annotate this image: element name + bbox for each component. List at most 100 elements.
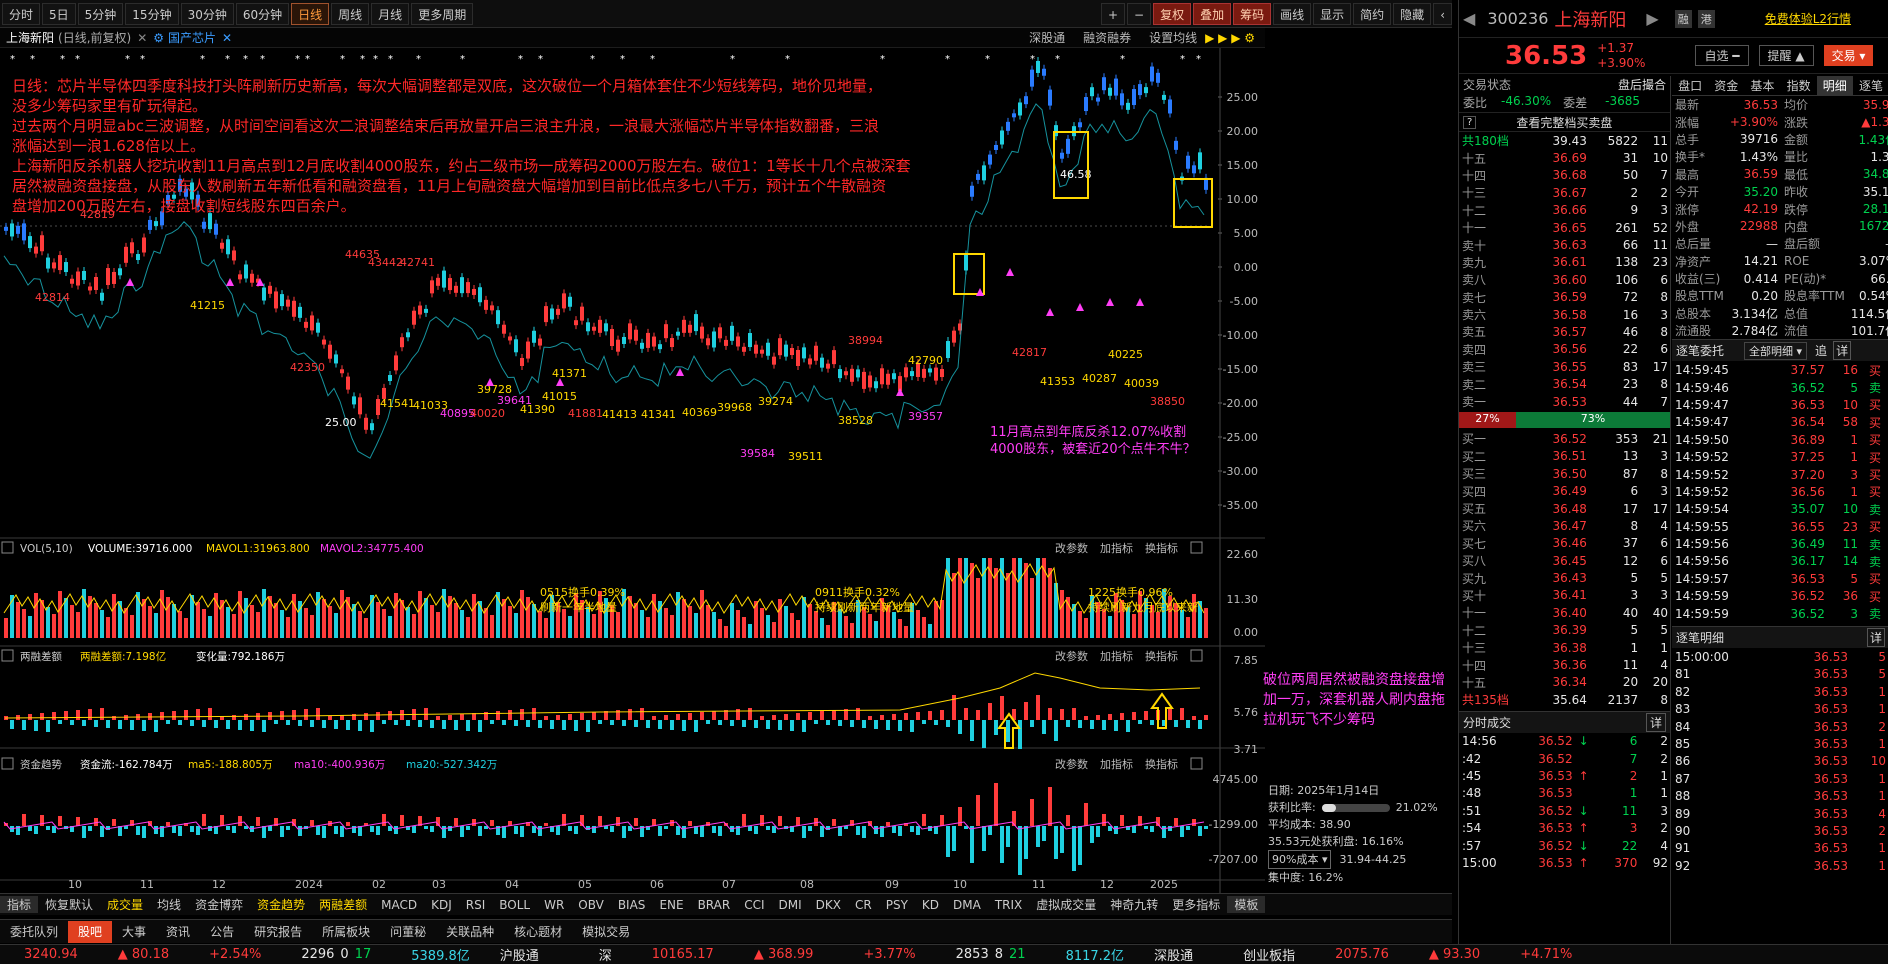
info-tab-4[interactable]: 公告 [200, 923, 244, 940]
indicator-21[interactable]: KD [915, 898, 946, 912]
indicator-4[interactable]: 资金博弈 [188, 896, 250, 913]
add-button[interactable]: + [1100, 2, 1126, 25]
quote-tab-4[interactable]: 明细 [1816, 76, 1853, 95]
panel-button[interactable]: 换指标 [1145, 541, 1178, 555]
indicator-20[interactable]: PSY [879, 898, 915, 912]
panel-button[interactable]: 改参数 [1055, 541, 1088, 555]
panel-button[interactable]: 换指标 [1145, 757, 1178, 771]
period-3[interactable]: 15分钟 [125, 2, 179, 25]
close-icon[interactable]: ✕ [137, 31, 147, 45]
indicator-3[interactable]: 均线 [150, 896, 188, 913]
indicator-7[interactable]: MACD [374, 898, 424, 912]
period-7[interactable]: 周线 [331, 2, 370, 25]
full-book-link[interactable]: 查看完整档买卖盘 [1516, 114, 1612, 131]
indicator-8[interactable]: KDJ [424, 898, 459, 912]
hgt-link[interactable]: 沪股通 [500, 945, 539, 964]
help-icon[interactable]: ? [1463, 115, 1477, 129]
period-9[interactable]: 更多周期 [411, 2, 474, 25]
info-tab-9[interactable]: 核心题材 [504, 923, 572, 940]
close-icon[interactable] [1190, 541, 1203, 554]
indicator-11[interactable]: WR [537, 898, 571, 912]
period-8[interactable]: 月线 [371, 2, 410, 25]
indicator-13[interactable]: BIAS [611, 898, 653, 912]
next-stock-icon[interactable]: ▶ [1646, 9, 1658, 28]
period-0[interactable]: 分时 [2, 2, 41, 25]
indicator-27[interactable]: 模板 [1227, 896, 1266, 913]
prev-stock-icon[interactable]: ◀ [1463, 9, 1475, 28]
tool-0[interactable]: 复权 [1153, 2, 1192, 25]
info-tab-1[interactable]: 股吧 [68, 920, 113, 943]
info-tab-10[interactable]: 模拟交易 [572, 923, 640, 940]
concept-link[interactable]: 国产芯片 [168, 29, 216, 46]
quote-tab-5[interactable]: 逐笔 [1853, 76, 1888, 95]
quote-tab-3[interactable]: 指数 [1781, 76, 1817, 95]
indicator-26[interactable]: 更多指标 [1165, 896, 1227, 913]
indicator-19[interactable]: CR [848, 898, 879, 912]
info-tab-5[interactable]: 研究报告 [244, 923, 312, 940]
info-tab-8[interactable]: 关联品种 [436, 923, 504, 940]
back-button[interactable]: ‹ [1433, 2, 1452, 25]
indicator-25[interactable]: 神奇九转 [1103, 896, 1165, 913]
help-icon[interactable] [1, 541, 14, 554]
indicator-10[interactable]: BOLL [492, 898, 537, 912]
close-concept-icon[interactable]: ✕ [222, 31, 232, 45]
zb-mode-select[interactable]: 全部明细 ▾ [1744, 341, 1808, 360]
trade-button[interactable]: 交易 ▾ [1823, 45, 1874, 66]
tool-6[interactable]: 隐藏 [1393, 2, 1432, 25]
link-margin[interactable]: 融资融券 [1083, 29, 1131, 46]
indicator-24[interactable]: 虚拟成交量 [1029, 896, 1103, 913]
panel-button[interactable]: 改参数 [1055, 757, 1088, 771]
mx-detail-button[interactable]: 详 [1866, 628, 1885, 648]
link-deep[interactable]: 深股通 [1029, 29, 1065, 46]
period-1[interactable]: 5日 [42, 2, 76, 25]
panel-button[interactable]: 加指标 [1100, 757, 1133, 771]
chase-button[interactable]: 追 [1815, 342, 1827, 359]
indicator-16[interactable]: CCI [737, 898, 771, 912]
period-5[interactable]: 60分钟 [235, 2, 290, 25]
info-tab-0[interactable]: 委托队列 [0, 923, 68, 940]
tool-3[interactable]: 画线 [1273, 2, 1312, 25]
fs-detail-button[interactable]: 详 [1645, 712, 1666, 732]
close-icon[interactable] [1190, 757, 1203, 770]
panel-button[interactable]: 加指标 [1100, 541, 1133, 555]
gear-icon[interactable]: ⚙ [153, 31, 164, 45]
minus-button[interactable]: − [1127, 2, 1152, 25]
info-tab-2[interactable]: 大事 [112, 923, 156, 940]
indicator-17[interactable]: DMI [772, 898, 809, 912]
info-tab-3[interactable]: 资讯 [156, 923, 200, 940]
quote-tab-0[interactable]: 盘口 [1672, 76, 1708, 95]
panel-button[interactable]: 换指标 [1145, 649, 1178, 663]
indicator-9[interactable]: RSI [459, 898, 493, 912]
indicator-18[interactable]: DKX [809, 898, 848, 912]
tool-2[interactable]: 筹码 [1233, 2, 1272, 25]
period-2[interactable]: 5分钟 [77, 2, 124, 25]
trial-link[interactable]: 免费体验L2行情 [1765, 10, 1851, 27]
indicator-15[interactable]: BRAR [691, 898, 738, 912]
info-tab-7[interactable]: 问董秘 [380, 923, 436, 940]
close-icon[interactable] [1190, 649, 1203, 662]
link-ma[interactable]: 设置均线 [1149, 29, 1197, 46]
help-icon[interactable] [1, 757, 14, 770]
quote-tab-2[interactable]: 基本 [1744, 76, 1780, 95]
period-6[interactable]: 日线 [291, 2, 330, 25]
zb-detail-button[interactable]: 详 [1833, 341, 1852, 361]
quote-tab-1[interactable]: 资金 [1708, 76, 1744, 95]
tool-5[interactable]: 简约 [1353, 2, 1392, 25]
tool-icons[interactable]: ▶ ▶ ▶ ⚙ [1205, 31, 1255, 45]
indicator-5[interactable]: 资金趋势 [250, 896, 312, 913]
indicator-0[interactable]: 指标 [0, 896, 39, 913]
indicator-23[interactable]: TRIX [988, 898, 1029, 912]
indicator-1[interactable]: 恢复默认 [38, 896, 100, 913]
info-tab-6[interactable]: 所属板块 [312, 923, 380, 940]
watchlist-button[interactable]: 自选 ━ [1695, 45, 1749, 66]
indicator-22[interactable]: DMA [946, 898, 988, 912]
cost-select[interactable]: 90%成本 ▾ [1268, 850, 1332, 869]
panel-button[interactable]: 加指标 [1100, 649, 1133, 663]
indicator-2[interactable]: 成交量 [100, 896, 150, 913]
tool-4[interactable]: 显示 [1313, 2, 1352, 25]
tool-1[interactable]: 叠加 [1193, 2, 1232, 25]
help-icon[interactable] [1, 649, 14, 662]
alert-button[interactable]: 提醒 ▲ [1758, 45, 1814, 66]
indicator-12[interactable]: OBV [571, 898, 611, 912]
period-4[interactable]: 30分钟 [180, 2, 234, 25]
